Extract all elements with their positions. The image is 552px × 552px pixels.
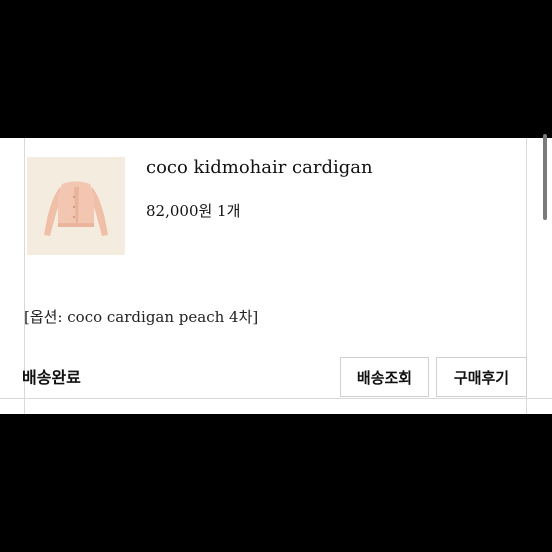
product-thumbnail[interactable] [27, 157, 125, 255]
track-delivery-button[interactable]: 배송조회 [340, 357, 429, 397]
cardigan-image [27, 157, 125, 255]
scrollbar[interactable] [543, 134, 547, 220]
delivery-status: 배송완료 [22, 368, 81, 387]
divider [0, 398, 552, 399]
order-item-panel: coco kidmohair cardigan 82,000원 1개 [옵션: … [0, 138, 552, 414]
product-option: [옵션: coco cardigan peach 4차] [24, 308, 259, 326]
write-review-button[interactable]: 구매후기 [436, 357, 527, 397]
product-name[interactable]: coco kidmohair cardigan [146, 157, 373, 178]
price-quantity: 82,000원 1개 [146, 202, 241, 220]
